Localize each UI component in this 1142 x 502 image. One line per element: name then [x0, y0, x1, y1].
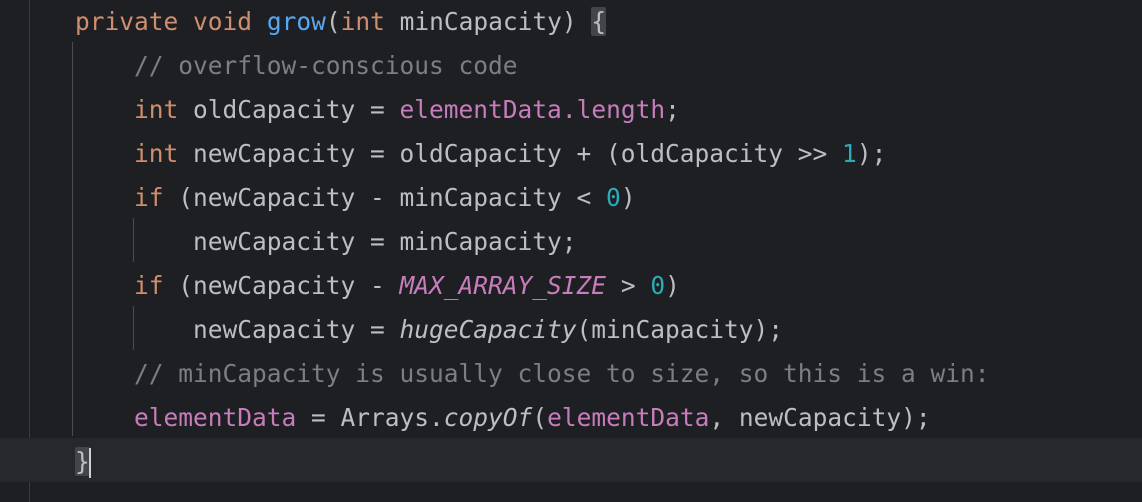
- code-token: ): [620, 183, 636, 212]
- code-line[interactable]: if (newCapacity - MAX_ARRAY_SIZE > 0): [75, 264, 680, 308]
- code-token: {: [591, 7, 607, 36]
- code-token: if: [134, 271, 164, 300]
- code-token: .length: [561, 95, 666, 124]
- code-line[interactable]: newCapacity = minCapacity;: [75, 220, 577, 264]
- code-token: elementData: [134, 403, 297, 432]
- code-token: (minCapacity);: [576, 315, 784, 344]
- code-token: // overflow-conscious code: [134, 51, 518, 80]
- code-token: );: [856, 139, 887, 168]
- code-line[interactable]: // minCapacity is usually close to size,…: [75, 352, 990, 396]
- code-line[interactable]: }: [75, 440, 91, 484]
- code-token: (: [532, 403, 548, 432]
- code-token: (newCapacity -: [163, 271, 400, 300]
- code-line[interactable]: // overflow-conscious code: [75, 44, 518, 88]
- code-token: }: [75, 447, 90, 476]
- code-line[interactable]: int oldCapacity = elementData.length;: [75, 88, 680, 132]
- code-token: ): [665, 271, 680, 300]
- code-token: hugeCapacity: [399, 315, 577, 344]
- code-editor[interactable]: private void grow(int minCapacity) { // …: [0, 0, 1142, 502]
- text-cursor: [88, 448, 91, 478]
- code-line[interactable]: newCapacity = hugeCapacity(minCapacity);: [75, 308, 783, 352]
- code-line[interactable]: int newCapacity = oldCapacity + (oldCapa…: [75, 132, 886, 176]
- code-token: // minCapacity is usually close to size,…: [134, 359, 990, 388]
- indent-guide-method-body: [72, 42, 73, 436]
- code-token: if: [134, 183, 164, 212]
- code-token: newCapacity = minCapacity;: [75, 227, 577, 256]
- code-token: (newCapacity - minCapacity <: [163, 183, 607, 212]
- code-token: 0: [650, 271, 666, 300]
- code-line[interactable]: elementData = Arrays.copyOf(elementData,…: [75, 396, 931, 440]
- code-token: elementData: [547, 403, 710, 432]
- code-token: 1: [842, 139, 857, 168]
- code-token: newCapacity =: [75, 315, 400, 344]
- current-line-highlight: [0, 438, 1142, 482]
- code-token: ;: [665, 95, 680, 124]
- code-token: >: [606, 271, 651, 300]
- code-token: 0: [606, 183, 621, 212]
- code-token: elementData: [399, 95, 562, 124]
- code-token: oldCapacity =: [178, 95, 400, 124]
- code-token: minCapacity): [384, 7, 592, 36]
- code-token: int: [134, 95, 179, 124]
- code-token: = Arrays.: [296, 403, 444, 432]
- code-line[interactable]: if (newCapacity - minCapacity < 0): [75, 176, 636, 220]
- code-token: grow: [266, 7, 326, 36]
- code-token: int: [340, 7, 385, 36]
- gutter-divider: [29, 0, 30, 502]
- code-token: , newCapacity);: [709, 403, 931, 432]
- code-token: (: [325, 7, 341, 36]
- code-token: newCapacity = oldCapacity + (oldCapacity…: [178, 139, 843, 168]
- code-token: copyOf: [443, 403, 533, 432]
- code-token: private: [75, 7, 179, 36]
- code-token: int: [134, 139, 179, 168]
- code-token: MAX_ARRAY_SIZE: [399, 271, 607, 300]
- code-token: void: [193, 7, 253, 36]
- code-line[interactable]: private void grow(int minCapacity) {: [75, 0, 607, 44]
